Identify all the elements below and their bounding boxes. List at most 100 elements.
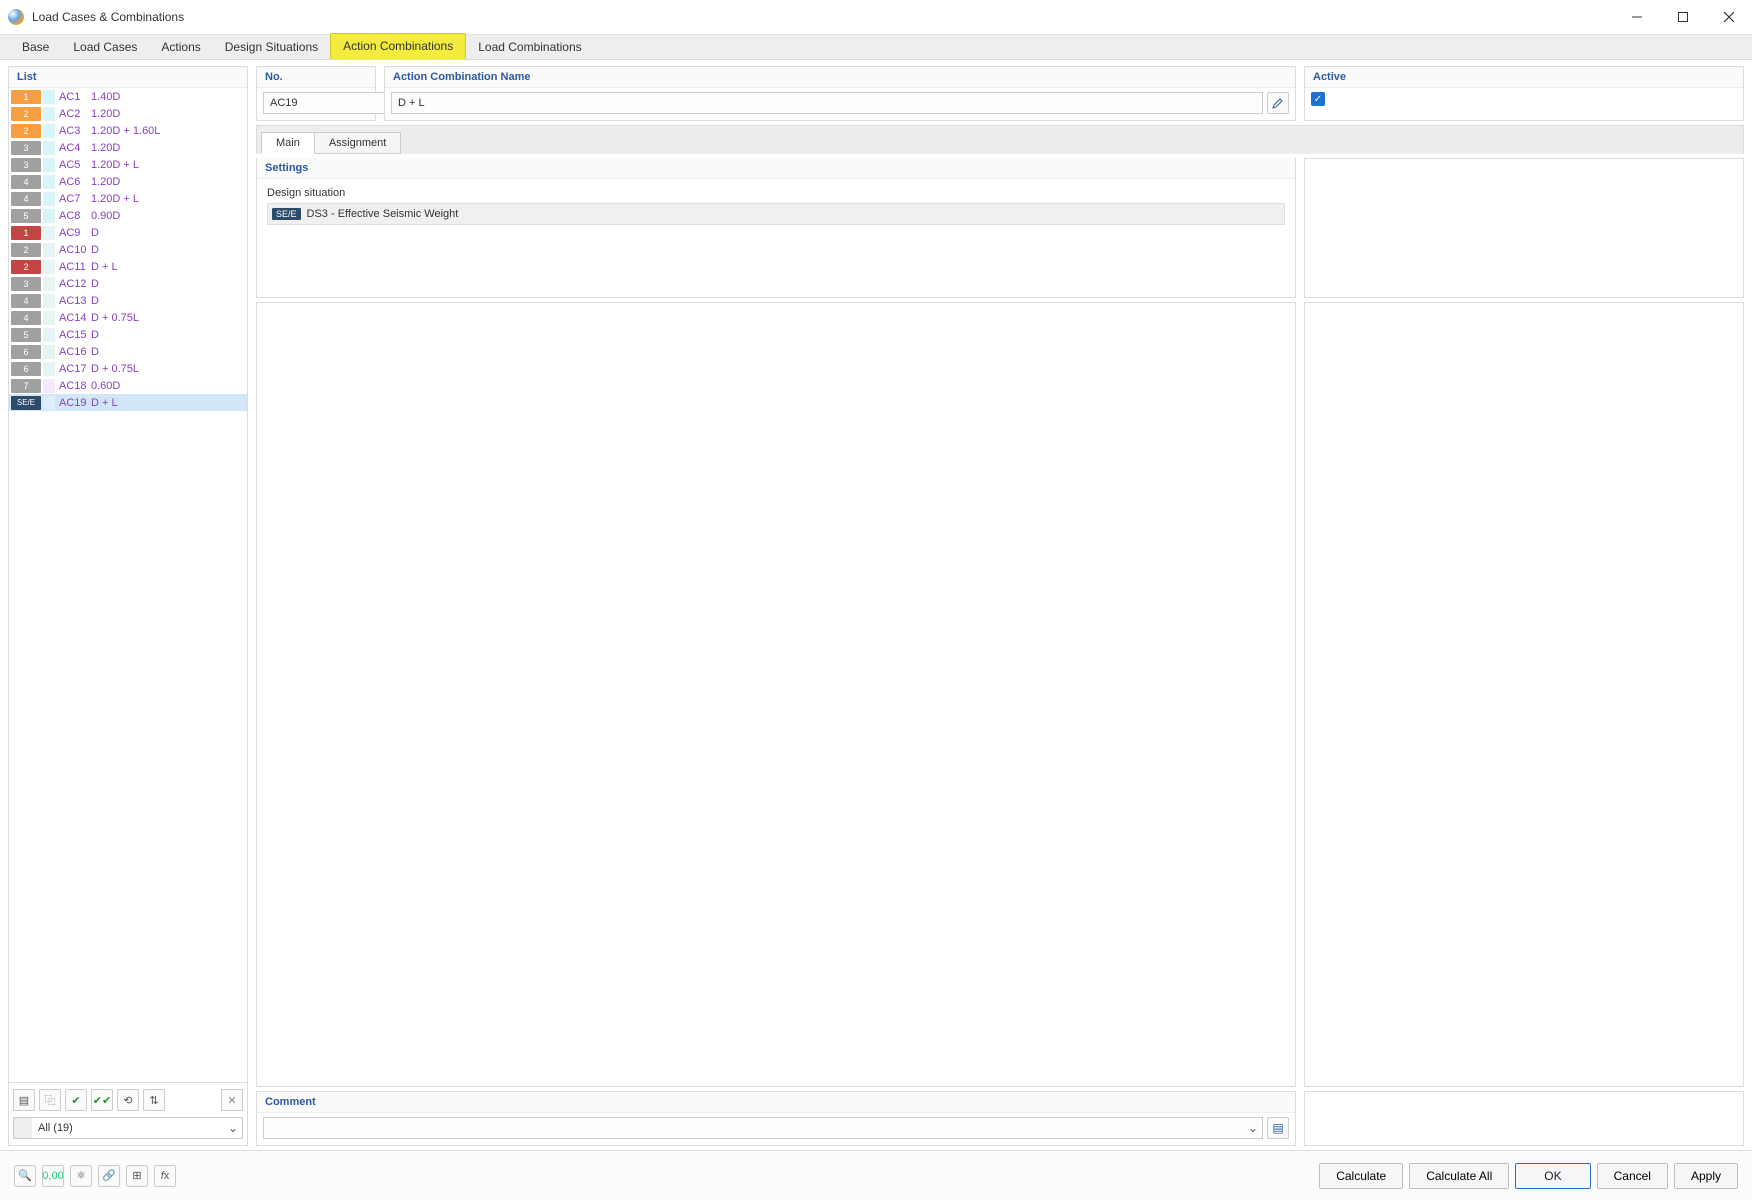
list-item[interactable]: 3AC12D [9, 275, 247, 292]
list-header: List [9, 67, 247, 88]
list-item[interactable]: 4AC61.20D [9, 173, 247, 190]
list-item[interactable]: 2AC21.20D [9, 105, 247, 122]
sort-button[interactable]: ⇅ [143, 1089, 165, 1111]
list-item[interactable]: 4AC13D [9, 292, 247, 309]
list-item[interactable]: 1AC11.40D [9, 88, 247, 105]
refresh-button[interactable]: ⟲ [117, 1089, 139, 1111]
comment-box: Comment ⌄ ▤ [256, 1091, 1296, 1146]
calculate-all-button[interactable]: Calculate All [1409, 1163, 1509, 1189]
chevron-down-icon: ⌄ [224, 1121, 242, 1135]
list-swatch [43, 90, 55, 104]
list-desc: 1.20D + 1.60L [91, 125, 160, 137]
filter-swatch [14, 1118, 32, 1138]
side-info-box-1 [1304, 158, 1744, 298]
list-item[interactable]: 6AC16D [9, 343, 247, 360]
no-box: No. [256, 66, 376, 121]
list-badge: SE/E [11, 396, 41, 410]
list-id: AC7 [59, 193, 91, 205]
list-body[interactable]: 1AC11.40D2AC21.20D2AC31.20D + 1.60L3AC41… [9, 88, 247, 1082]
tab-base[interactable]: Base [10, 35, 61, 59]
tab-load-cases[interactable]: Load Cases [61, 35, 149, 59]
list-item[interactable]: 2 AC11D + L [9, 258, 247, 275]
apply-button[interactable]: Apply [1674, 1163, 1738, 1189]
list-swatch [43, 294, 55, 308]
tab-design-situations[interactable]: Design Situations [213, 35, 330, 59]
list-desc: 1.20D [91, 176, 120, 188]
copy-item-button[interactable]: ⿻ [39, 1089, 61, 1111]
list-item[interactable]: 4AC14D + 0.75L [9, 309, 247, 326]
maximize-button[interactable] [1660, 0, 1706, 34]
list-item[interactable]: 7AC180.60D [9, 377, 247, 394]
ok-button[interactable]: OK [1515, 1163, 1590, 1189]
close-button[interactable] [1706, 0, 1752, 34]
check-button[interactable]: ✔ [65, 1089, 87, 1111]
subtab-assignment[interactable]: Assignment [314, 132, 401, 154]
comment-label: Comment [257, 1092, 1295, 1113]
settings-header: Settings [257, 158, 1295, 179]
tab-action-combinations[interactable]: Action Combinations [330, 33, 466, 59]
design-situation-selector[interactable]: SE/E DS3 - Effective Seismic Weight [267, 203, 1285, 225]
minimize-button[interactable] [1614, 0, 1660, 34]
link-tool-button[interactable]: 🔗 [98, 1165, 120, 1187]
list-item[interactable]: 2AC10D [9, 241, 247, 258]
subtab-main[interactable]: Main [261, 132, 315, 154]
list-tools: ▤ ⿻ ✔ ✔✔ ⟲ ⇅ ✕ All (19) ⌄ [9, 1082, 247, 1145]
list-badge: 2 [11, 107, 41, 121]
list-badge: 4 [11, 311, 41, 325]
list-item[interactable]: 6AC17D + 0.75L [9, 360, 247, 377]
list-filter[interactable]: All (19) ⌄ [13, 1117, 243, 1139]
list-item[interactable]: 1AC9D [9, 224, 247, 241]
subtab-wrap: MainAssignment [256, 125, 1744, 154]
calculate-button[interactable]: Calculate [1319, 1163, 1403, 1189]
check-all-button[interactable]: ✔✔ [91, 1089, 113, 1111]
tab-load-combinations[interactable]: Load Combinations [466, 35, 593, 59]
name-label: Action Combination Name [385, 67, 1295, 88]
list-id: AC14 [59, 312, 91, 324]
comment-input[interactable]: ⌄ [263, 1117, 1263, 1139]
list-id: AC10 [59, 244, 91, 256]
list-id: AC15 [59, 329, 91, 341]
wizard-tool-button[interactable]: ⚛ [70, 1165, 92, 1187]
list-item[interactable]: 5AC15D [9, 326, 247, 343]
list-item[interactable]: 3AC51.20D + L [9, 156, 247, 173]
coord-tool-button[interactable]: ⊞ [126, 1165, 148, 1187]
cancel-button[interactable]: Cancel [1597, 1163, 1668, 1189]
list-badge: 4 [11, 175, 41, 189]
list-item[interactable]: 4AC71.20D + L [9, 190, 247, 207]
list-item[interactable]: SE/EAC19D + L [9, 394, 247, 411]
list-id: AC11 [59, 261, 91, 273]
list-desc: D + 0.75L [91, 363, 139, 375]
edit-name-button[interactable] [1267, 92, 1289, 114]
units-tool-button[interactable]: 0,00 [42, 1165, 64, 1187]
list-swatch [43, 226, 55, 240]
name-input[interactable] [391, 92, 1263, 114]
settings-box: Settings Design situation SE/E DS3 - Eff… [256, 158, 1296, 298]
list-badge: 1 [11, 226, 41, 240]
list-badge: 2 [11, 124, 41, 138]
list-item[interactable]: 3AC41.20D [9, 139, 247, 156]
list-desc: D [91, 244, 99, 256]
list-id: AC5 [59, 159, 91, 171]
active-checkbox[interactable]: ✓ [1311, 92, 1325, 106]
delete-button[interactable]: ✕ [221, 1089, 243, 1111]
function-tool-button[interactable]: fx [154, 1165, 176, 1187]
list-item[interactable]: 5AC80.90D [9, 207, 247, 224]
list-badge: 3 [11, 141, 41, 155]
tab-actions[interactable]: Actions [149, 35, 212, 59]
list-badge: 5 [11, 209, 41, 223]
list-badge: 2 [11, 260, 41, 274]
list-desc: 1.20D + L [91, 159, 139, 171]
list-badge: 6 [11, 345, 41, 359]
comment-browse-button[interactable]: ▤ [1267, 1117, 1289, 1139]
list-swatch [43, 209, 55, 223]
list-swatch [43, 243, 55, 257]
main-tabstrip: BaseLoad CasesActionsDesign SituationsAc… [0, 34, 1752, 60]
list-id: AC19 [59, 397, 91, 409]
list-item[interactable]: 2AC31.20D + 1.60L [9, 122, 247, 139]
list-desc: D + L [91, 261, 118, 273]
list-desc: 1.20D [91, 142, 120, 154]
new-item-button[interactable]: ▤ [13, 1089, 35, 1111]
ds-badge: SE/E [272, 208, 301, 220]
search-tool-button[interactable]: 🔍 [14, 1165, 36, 1187]
side-info-box-3 [1304, 1091, 1744, 1146]
